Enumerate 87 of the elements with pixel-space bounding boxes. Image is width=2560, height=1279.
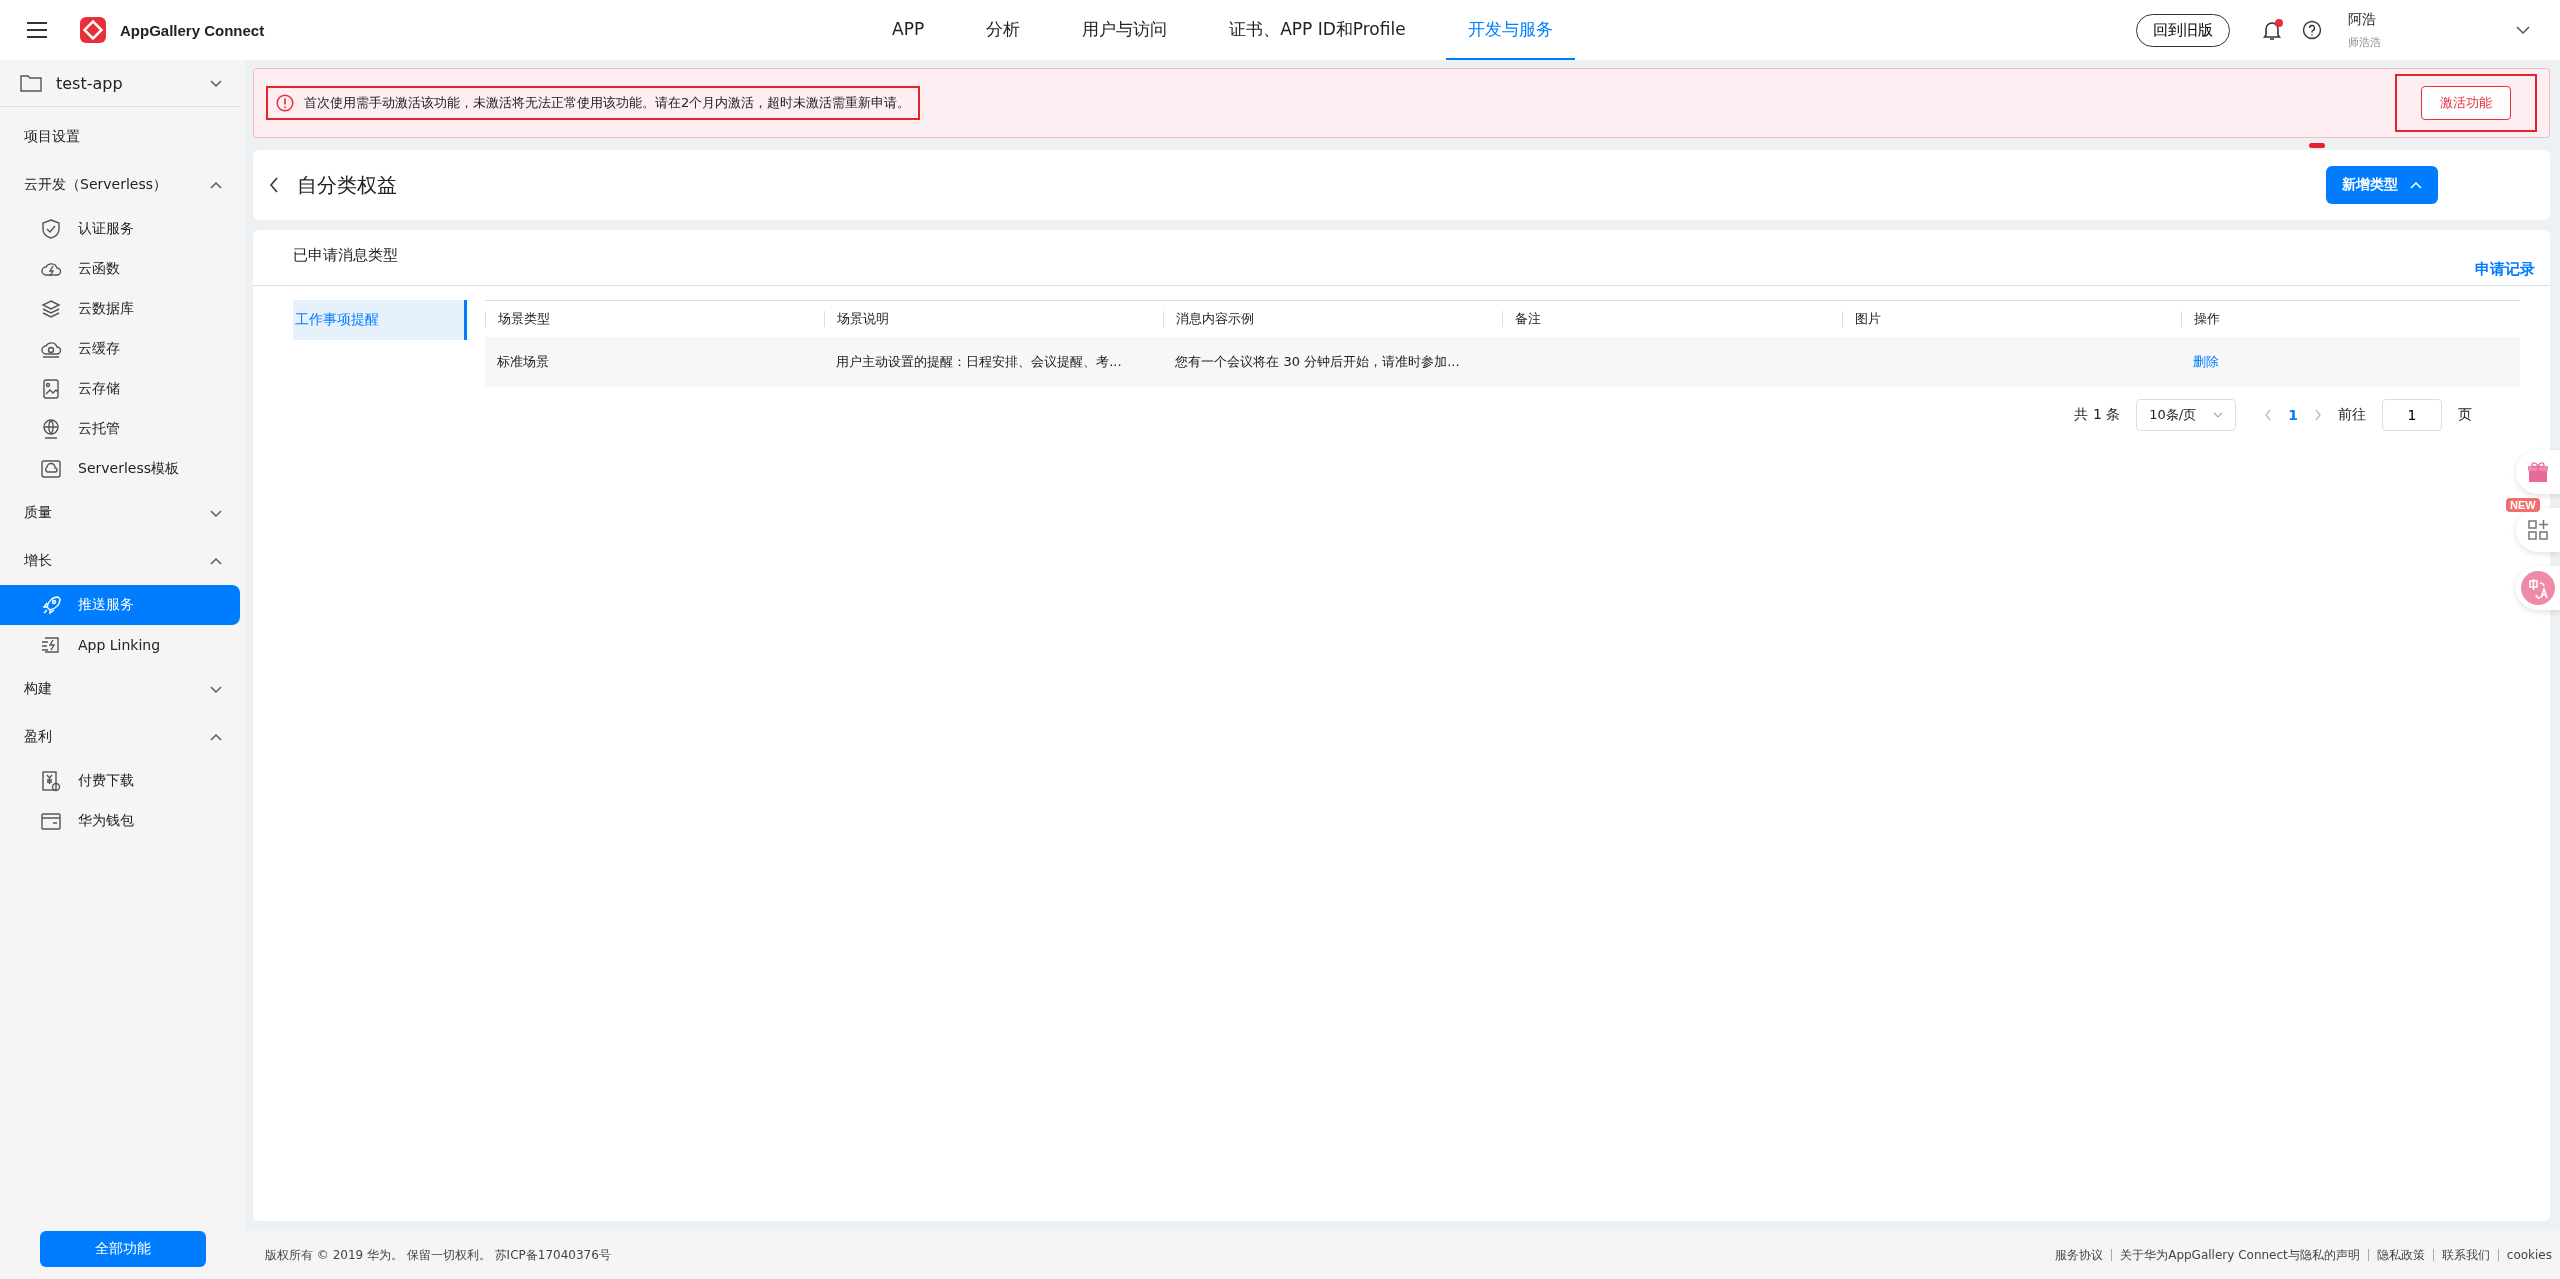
translate-icon xyxy=(2521,571,2555,605)
sidebar-group[interactable]: 盈利 xyxy=(0,713,240,761)
sidebar-item[interactable]: 云数据库 xyxy=(0,289,240,329)
page-unit: 页 xyxy=(2458,406,2472,424)
chevron-up-icon xyxy=(210,733,222,741)
sidebar-item[interactable]: 云缓存 xyxy=(0,329,240,369)
nav-tab[interactable]: 用户与访问 xyxy=(1060,0,1190,60)
total-count: 共 1 条 xyxy=(2074,406,2121,424)
warning-icon xyxy=(276,94,294,112)
globe-icon xyxy=(40,418,62,440)
table-cell-text: 您有一个会议将在 30 分钟后开始，请准时参加... xyxy=(1174,353,1461,371)
sidebar-group[interactable]: 增长 xyxy=(0,537,240,585)
apps-icon xyxy=(2527,519,2549,541)
chevron-down-icon[interactable] xyxy=(2516,26,2530,34)
record-link[interactable]: 申请记录 xyxy=(2475,260,2535,279)
footer-link[interactable]: 服务协议 xyxy=(2055,1246,2104,1264)
sidebar-item[interactable]: 推送服务 xyxy=(0,585,240,625)
sidebar-group[interactable]: 构建 xyxy=(0,665,240,713)
storage-icon xyxy=(40,378,62,400)
chevron-up-icon xyxy=(210,181,222,189)
logo-icon xyxy=(80,17,106,43)
page-number[interactable]: 1 xyxy=(2288,407,2298,423)
page-title: 自分类权益 xyxy=(297,171,397,199)
footer-link[interactable]: 联系我们 xyxy=(2441,1246,2490,1264)
column-header: 场景说明 xyxy=(824,311,1164,327)
sidebar-item[interactable]: 付费下载 xyxy=(0,761,240,801)
chevron-down-icon xyxy=(2213,412,2224,418)
rocket-icon xyxy=(40,594,62,616)
sidebar-group[interactable]: 质量 xyxy=(0,489,240,537)
column-header: 备注 xyxy=(1502,311,1842,327)
shield-icon xyxy=(40,218,62,240)
back-icon[interactable] xyxy=(269,177,279,193)
footer-link[interactable]: 隐私政策 xyxy=(2376,1246,2425,1264)
table-cell-text: 用户主动设置的提醒：日程安排、会议提醒、考... xyxy=(835,353,1123,371)
chevron-down-icon xyxy=(210,685,222,693)
alert-message: 首次使用需手动激活该功能，未激活将无法正常使用该功能。请在2个月内激活，超时未激活需重新申请。 xyxy=(304,94,911,112)
chevron-down-icon xyxy=(210,509,222,517)
sidebar-group[interactable]: 云开发（Serverless） xyxy=(0,161,240,209)
template-icon xyxy=(40,458,62,480)
category-tab[interactable]: 工作事项提醒 xyxy=(293,300,467,340)
sidebar-item[interactable]: 云托管 xyxy=(0,409,240,449)
folder-icon xyxy=(20,74,42,92)
sidebar-item[interactable]: 云存储 xyxy=(0,369,240,409)
column-header: 操作 xyxy=(2180,311,2520,327)
chevron-down-icon xyxy=(210,79,222,87)
marker-dash xyxy=(2309,143,2325,148)
add-type-button[interactable]: 新增类型 xyxy=(2326,166,2438,204)
nav-tab[interactable]: 证书、APP ID和Profile xyxy=(1207,0,1428,60)
nav-tab[interactable]: APP xyxy=(870,0,947,60)
activate-button[interactable]: 激活功能 xyxy=(2421,86,2511,120)
chevron-up-icon xyxy=(210,557,222,565)
link-icon xyxy=(40,634,62,656)
menu-icon[interactable] xyxy=(26,21,48,39)
column-header: 消息内容示例 xyxy=(1163,311,1503,327)
page-input[interactable]: 1 xyxy=(2382,399,2442,431)
page-size-select[interactable]: 10条/页 xyxy=(2136,399,2237,431)
chevron-up-icon xyxy=(2410,181,2422,189)
project-selector[interactable]: test-app xyxy=(0,60,240,107)
receipt-icon xyxy=(40,770,62,792)
help-icon[interactable] xyxy=(2302,20,2322,40)
all-features-button[interactable]: 全部功能 xyxy=(39,1231,206,1267)
user-name: 阿浩 xyxy=(2348,10,2377,29)
goto-label: 前往 xyxy=(2338,406,2366,424)
user-account: 师浩浩 xyxy=(2348,34,2382,50)
app-name: AppGallery Connect xyxy=(120,21,265,39)
sidebar-item[interactable]: App Linking xyxy=(0,625,240,665)
sidebar-item[interactable]: 项目设置 xyxy=(0,113,240,161)
card-title: 已申请消息类型 xyxy=(293,246,398,265)
wallet-icon xyxy=(40,810,62,832)
gift-icon xyxy=(2526,461,2550,483)
sidebar-item[interactable]: 云函数 xyxy=(0,249,240,289)
sidebar-item[interactable]: Serverless模板 xyxy=(0,449,240,489)
sidebar-item[interactable]: 认证服务 xyxy=(0,209,240,249)
new-badge: NEW xyxy=(2506,498,2540,512)
column-header: 场景类型 xyxy=(485,311,825,327)
bell-icon[interactable] xyxy=(2260,18,2284,42)
sidebar-item[interactable]: 华为钱包 xyxy=(0,801,240,841)
copyright-text: 版权所有 © 2019 华为。 保留一切权利。 苏ICP备17040376号 xyxy=(265,1246,611,1264)
table-cell-text: 标准场景 xyxy=(496,353,550,371)
footer-link[interactable]: cookies xyxy=(2506,1248,2552,1262)
nav-tab[interactable]: 分析 xyxy=(964,0,1043,60)
layers-icon xyxy=(40,298,62,320)
delete-link[interactable]: 删除 xyxy=(2192,353,2219,371)
old-version-button[interactable]: 回到旧版 xyxy=(2136,13,2230,47)
gift-button[interactable] xyxy=(2516,450,2560,494)
column-header: 图片 xyxy=(1841,311,2181,327)
footer-link[interactable]: 关于华为AppGallery Connect与隐私的声明 xyxy=(2120,1246,2360,1264)
